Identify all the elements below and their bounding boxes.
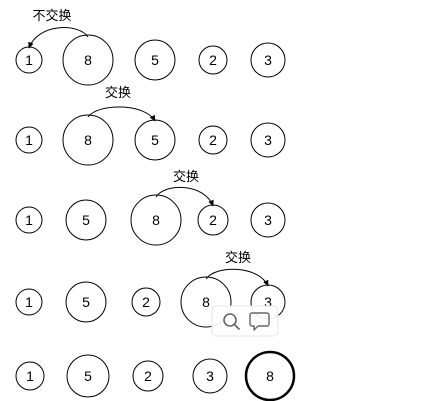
node: 3 <box>250 42 286 78</box>
node-value: 5 <box>84 368 92 384</box>
node-value: 2 <box>144 368 152 384</box>
node: 1 <box>15 206 43 234</box>
diagram-row-1: 1 8 5 2 3 不交换 <box>15 8 286 86</box>
node: 8 <box>244 350 296 401</box>
node-value: 5 <box>151 132 159 148</box>
swap-label: 不交换 <box>32 8 71 24</box>
node-value: 1 <box>25 294 33 310</box>
node: 1 <box>15 361 45 391</box>
diagram-row-2: 1 8 5 2 3 交换 <box>15 85 286 166</box>
node: 2 <box>198 45 228 75</box>
node: 2 <box>197 204 229 236</box>
node-value: 1 <box>26 368 34 384</box>
node: 8 <box>62 34 114 86</box>
node: 2 <box>131 287 161 317</box>
node-value: 8 <box>152 212 160 228</box>
node: 2 <box>198 125 228 155</box>
node: 5 <box>134 119 176 161</box>
node-value: 2 <box>209 52 217 68</box>
node-value: 3 <box>206 368 214 384</box>
node-value: 5 <box>82 294 90 310</box>
node-value: 5 <box>82 212 90 228</box>
floating-toolbar <box>211 305 279 337</box>
node: 3 <box>192 358 228 394</box>
node-value: 3 <box>264 212 272 228</box>
node-value: 2 <box>209 132 217 148</box>
swap-label: 交换 <box>225 250 251 266</box>
node: 1 <box>15 288 43 316</box>
node: 2 <box>132 360 164 392</box>
node-value: 3 <box>264 52 272 68</box>
diagram-row-5: 1 5 2 3 8 <box>15 350 296 401</box>
node-value: 3 <box>264 132 272 148</box>
node-value: 5 <box>151 52 159 68</box>
diagram-row-3: 1 5 8 2 3 交换 <box>15 169 286 246</box>
node-value: 8 <box>202 294 210 310</box>
node: 1 <box>15 126 43 154</box>
bubble-sort-diagram: 1 8 5 2 3不交换1 8 5 2 3交换1 5 8 2 3交换1 5 2 8 3交换1 5 2 3 8 <box>15 8 296 401</box>
node: 5 <box>65 199 107 241</box>
node: 5 <box>66 354 110 398</box>
toolbar-background <box>211 305 279 337</box>
node-value: 2 <box>142 294 150 310</box>
node: 5 <box>134 39 176 81</box>
node-value: 8 <box>84 132 92 148</box>
node-value: 1 <box>25 212 33 228</box>
node: 1 <box>15 46 43 74</box>
node-value: 2 <box>209 212 217 228</box>
node-value: 1 <box>25 132 33 148</box>
node-value: 1 <box>25 52 33 68</box>
node: 8 <box>130 194 182 246</box>
swap-label: 交换 <box>105 85 131 101</box>
node-value: 8 <box>84 52 92 68</box>
node: 3 <box>250 122 286 158</box>
node: 8 <box>62 114 114 166</box>
node-value: 8 <box>266 368 274 384</box>
swap-label: 交换 <box>173 169 199 185</box>
node: 3 <box>250 202 286 238</box>
node: 5 <box>65 281 107 323</box>
